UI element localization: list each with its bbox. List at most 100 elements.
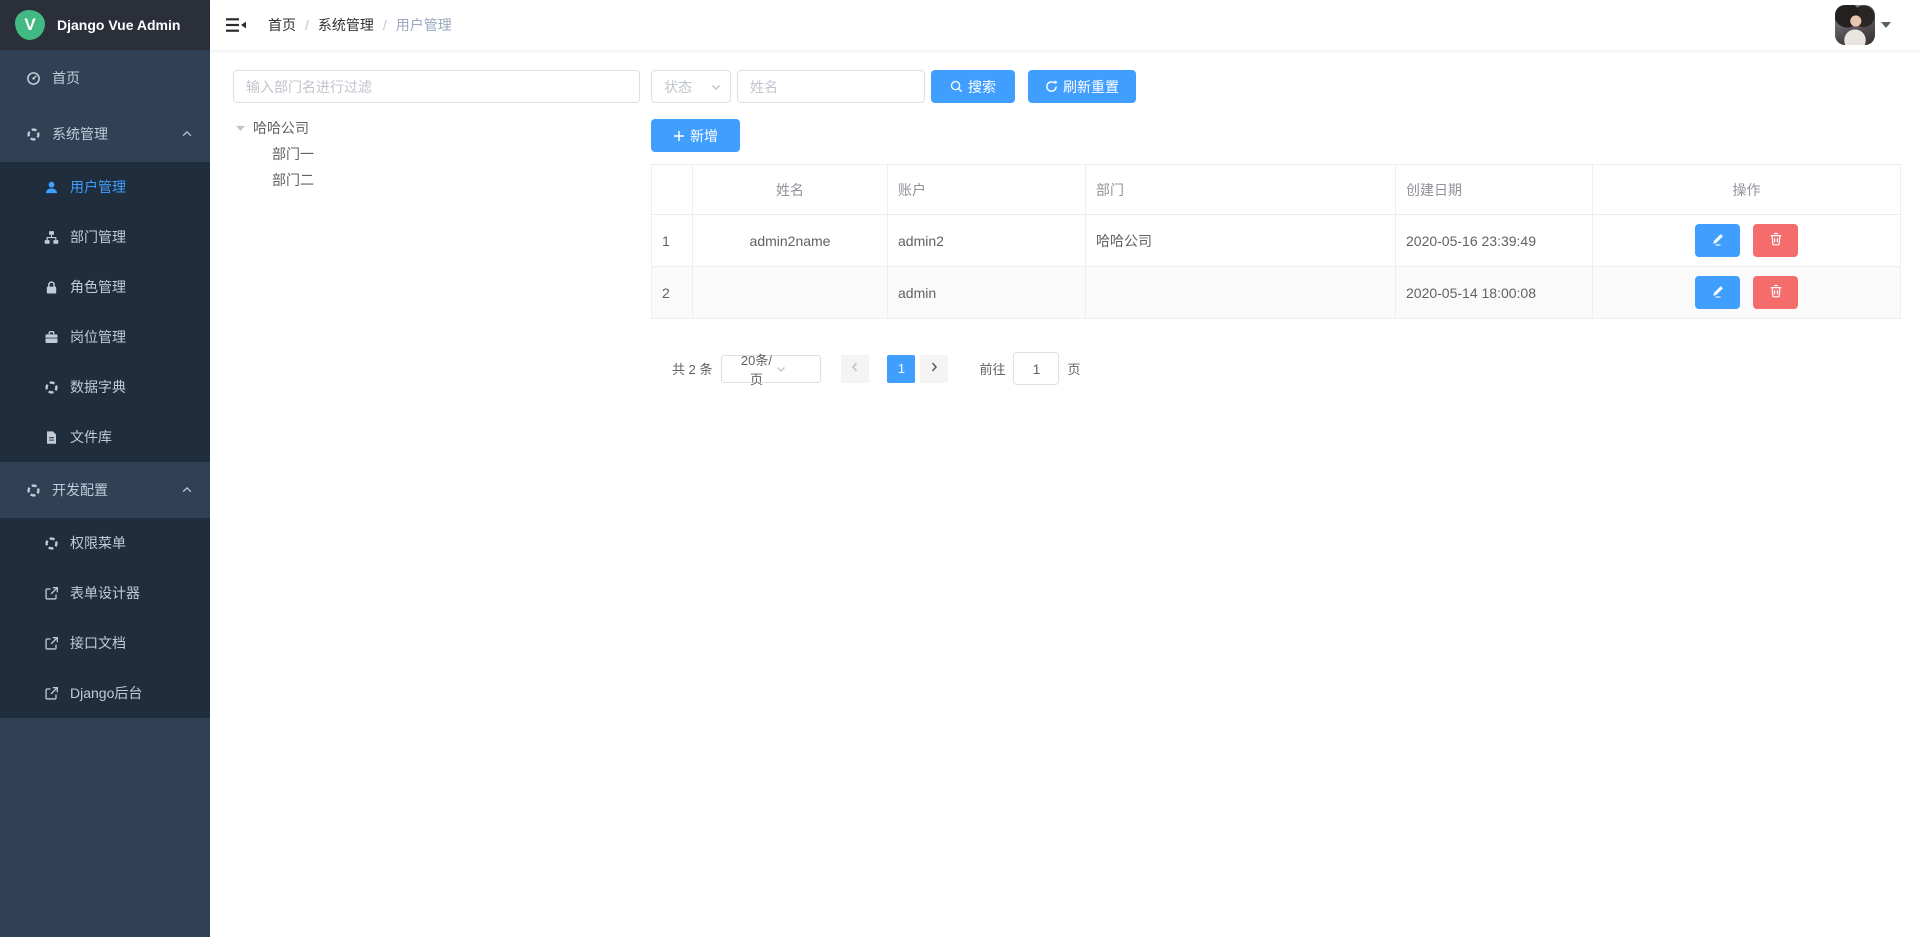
sidebar-item-user-management[interactable]: 用户管理: [0, 162, 210, 212]
reset-button-label: 刷新重置: [1063, 77, 1119, 97]
chevron-down-icon: [775, 363, 813, 375]
tree-node-label: 哈哈公司: [253, 118, 309, 138]
delete-button[interactable]: [1753, 224, 1798, 257]
sidebar-item-label: 接口文档: [70, 633, 126, 653]
refresh-icon: [1045, 80, 1058, 93]
tree-node-root[interactable]: 哈哈公司: [233, 115, 640, 141]
sidebar-item-django-admin[interactable]: Django后台: [0, 668, 210, 718]
sidebar-item-label: 岗位管理: [70, 327, 126, 347]
sidebar-item-dev-config[interactable]: 开发配置: [0, 462, 210, 518]
tree-node-label: 部门二: [272, 170, 314, 190]
component-icon: [25, 482, 41, 498]
submenu-system-management: 用户管理部门管理角色管理岗位管理数据字典文件库: [0, 162, 210, 462]
prev-page-button[interactable]: [841, 355, 869, 383]
cell-account: admin2: [888, 215, 1086, 267]
caret-down-icon: [1881, 21, 1891, 29]
sidebar-item-data-dictionary[interactable]: 数据字典: [0, 362, 210, 412]
breadcrumb-separator: /: [383, 17, 387, 33]
user-icon: [43, 179, 59, 195]
sidebar-item-home[interactable]: 首页: [0, 50, 210, 106]
sidebar-item-system-management[interactable]: 系统管理: [0, 106, 210, 162]
sidebar-item-api-docs[interactable]: 接口文档: [0, 618, 210, 668]
sidebar-item-permission-menu[interactable]: 权限菜单: [0, 518, 210, 568]
tree-node[interactable]: 部门二: [233, 167, 640, 193]
chevron-up-icon: [181, 486, 193, 495]
edit-button[interactable]: [1695, 224, 1740, 257]
page-size-label: 20条/页: [737, 350, 775, 388]
edit-button[interactable]: [1695, 276, 1740, 309]
breadcrumb-item[interactable]: 首页: [268, 15, 296, 35]
cell-dept: [1086, 267, 1396, 319]
lock-icon: [43, 279, 59, 295]
sidebar-item-label: 表单设计器: [70, 583, 140, 603]
column-header: 账户: [888, 165, 1086, 215]
briefcase-icon: [43, 329, 59, 345]
reset-button[interactable]: 刷新重置: [1028, 70, 1136, 103]
navbar: 首页 / 系统管理 / 用户管理: [210, 0, 1920, 50]
pagination: 共 2 条 20条/页 1: [672, 352, 1901, 385]
sidebar-item-label: 用户管理: [70, 177, 126, 197]
next-page-button[interactable]: [920, 355, 948, 383]
delete-button[interactable]: [1753, 276, 1798, 309]
page-number-button[interactable]: 1: [887, 355, 915, 383]
sidebar-item-post-management[interactable]: 岗位管理: [0, 312, 210, 362]
cell-created: 2020-05-16 23:39:49: [1396, 215, 1593, 267]
page-unit-label: 页: [1067, 359, 1080, 378]
page-size-select[interactable]: 20条/页: [721, 355, 821, 383]
caret-expanded-icon[interactable]: [233, 125, 247, 132]
component-icon: [25, 126, 41, 142]
external-link-icon: [43, 685, 59, 701]
sidebar-menu: 首页系统管理用户管理部门管理角色管理岗位管理数据字典文件库开发配置权限菜单表单设…: [0, 50, 210, 718]
component-icon: [43, 379, 59, 395]
dept-tree: 哈哈公司 部门一部门二: [233, 115, 640, 193]
edit-icon: [1711, 284, 1725, 301]
tree-icon: [43, 229, 59, 245]
status-select[interactable]: 状态: [651, 70, 731, 103]
app: V Django Vue Admin 首页系统管理用户管理部门管理角色管理岗位管…: [0, 0, 1920, 937]
user-menu[interactable]: [1835, 5, 1891, 45]
breadcrumb-item: 用户管理: [396, 15, 452, 35]
logo[interactable]: V Django Vue Admin: [0, 0, 210, 50]
search-button[interactable]: 搜索: [931, 70, 1015, 103]
sidebar-item-label: 数据字典: [70, 377, 126, 397]
sidebar-item-role-management[interactable]: 角色管理: [0, 262, 210, 312]
tree-node[interactable]: 部门一: [233, 141, 640, 167]
main-area: 首页 / 系统管理 / 用户管理 哈哈公司 部门一部门二: [210, 0, 1920, 937]
table-row: 1admin2nameadmin2哈哈公司2020-05-16 23:39:49: [652, 215, 1901, 267]
avatar[interactable]: [1835, 5, 1875, 45]
sidebar-item-label: 开发配置: [52, 480, 108, 500]
app-title: Django Vue Admin: [57, 17, 180, 33]
vue-logo-icon: V: [15, 10, 45, 40]
sidebar-item-label: 部门管理: [70, 227, 126, 247]
cell-actions: [1593, 215, 1901, 267]
cell-name: [693, 267, 888, 319]
name-filter-input[interactable]: [737, 70, 925, 103]
breadcrumb-separator: /: [305, 17, 309, 33]
dept-filter-input[interactable]: [233, 70, 640, 103]
sidebar-item-label: 角色管理: [70, 277, 126, 297]
column-header: 姓名: [693, 165, 888, 215]
sidebar-item-file-library[interactable]: 文件库: [0, 412, 210, 462]
chevron-up-icon: [181, 130, 193, 139]
hamburger-icon[interactable]: [226, 15, 246, 35]
cell-name: admin2name: [693, 215, 888, 267]
trash-icon: [1769, 284, 1783, 301]
filter-row: 状态 搜索: [651, 70, 1901, 103]
column-header: 创建日期: [1396, 165, 1593, 215]
sidebar-item-label: 权限菜单: [70, 533, 126, 553]
file-icon: [43, 429, 59, 445]
sidebar-item-form-designer[interactable]: 表单设计器: [0, 568, 210, 618]
trash-icon: [1769, 232, 1783, 249]
dept-tree-panel: 哈哈公司 部门一部门二: [233, 70, 640, 385]
add-user-button[interactable]: 新增: [651, 119, 740, 152]
goto-page-input[interactable]: [1013, 352, 1059, 385]
sidebar-item-label: 首页: [52, 68, 80, 88]
sidebar-item-dept-management[interactable]: 部门管理: [0, 212, 210, 262]
cell-created: 2020-05-14 18:00:08: [1396, 267, 1593, 319]
sidebar-item-label: Django后台: [70, 683, 142, 703]
chevron-down-icon: [710, 81, 722, 93]
user-table: 姓名账户部门创建日期操作 1admin2nameadmin2哈哈公司2020-0…: [651, 164, 1901, 319]
sidebar: V Django Vue Admin 首页系统管理用户管理部门管理角色管理岗位管…: [0, 0, 210, 937]
column-header: 操作: [1593, 165, 1901, 215]
breadcrumb-item[interactable]: 系统管理: [318, 15, 374, 35]
